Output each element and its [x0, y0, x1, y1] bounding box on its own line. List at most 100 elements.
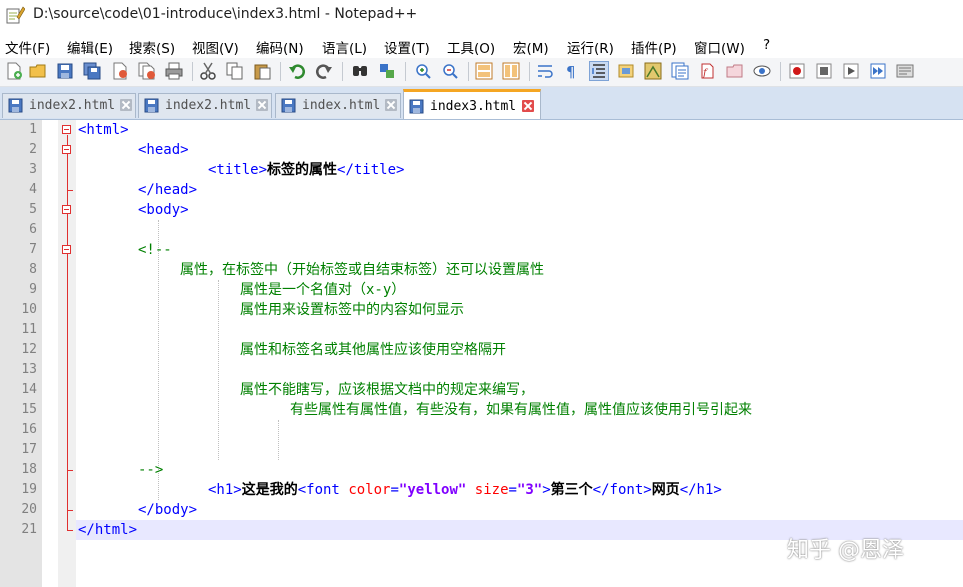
stop-record-icon[interactable] [815, 62, 833, 80]
menu-encoding[interactable]: 编码(N) [256, 37, 304, 57]
indent-guide [158, 220, 159, 500]
font-open-tag: <font [297, 482, 340, 498]
menu-view[interactable]: 视图(V) [192, 37, 239, 57]
indent-guide-icon[interactable] [589, 61, 609, 81]
user-lang-icon[interactable] [617, 62, 635, 80]
save-macro-icon[interactable] [896, 62, 914, 80]
title-bar: D:\source\code\01-introduce\index3.html … [0, 0, 963, 32]
indent-guide [218, 280, 219, 460]
tab-label: index.html [302, 98, 381, 113]
code-line-4: </head> [138, 180, 197, 200]
toolbar-separator [405, 62, 406, 81]
indent-guide [278, 420, 279, 460]
show-all-chars-icon[interactable]: ¶ [563, 62, 581, 80]
line-number: 11 [21, 322, 37, 337]
menu-run[interactable]: 运行(R) [567, 37, 614, 57]
cut-icon[interactable] [199, 62, 217, 80]
folder-workspace-icon[interactable]: f [698, 62, 716, 80]
tab-close-icon[interactable] [385, 99, 397, 111]
paste-icon[interactable] [253, 62, 271, 80]
fold-toggle-icon[interactable] [62, 125, 71, 134]
monitoring-icon[interactable] [753, 62, 771, 80]
line-number: 6 [29, 222, 37, 237]
zoom-in-icon[interactable] [414, 62, 432, 80]
code-line-10: 属性用来设置标签中的内容如何显示 [240, 300, 464, 320]
h1-text-end: 网页 [651, 482, 680, 498]
h1-close-tag: </h1> [679, 482, 722, 498]
window-title: D:\source\code\01-introduce\index3.html … [33, 6, 418, 22]
menu-search[interactable]: 搜索(S) [129, 37, 175, 57]
menu-tools[interactable]: 工具(O) [447, 37, 495, 57]
tab-bar: index2.html index2.html index.html index… [0, 87, 963, 120]
code-line-8: 属性，在标签中（开始标签或自结束标签）还可以设置属性 [180, 260, 544, 280]
toolbar-separator [192, 62, 193, 81]
tab-index3-html[interactable]: index3.html [403, 89, 541, 119]
tab-index2-html[interactable]: index2.html [2, 93, 136, 118]
tab-close-icon[interactable] [120, 99, 132, 111]
tab-index2-html[interactable]: index2.html [138, 93, 272, 118]
tab-index-html[interactable]: index.html [275, 93, 401, 118]
fold-end-marker [67, 510, 73, 511]
close-icon[interactable] [111, 62, 129, 80]
code-line-14: 属性不能瞎写，应该根据文档中的规定来编写， [240, 380, 534, 400]
sync-horizontal-icon[interactable] [502, 62, 520, 80]
menu-bar: 文件(F) 编辑(E) 搜索(S) 视图(V) 编码(N) 语言(L) 设置(T… [0, 34, 963, 58]
close-all-icon[interactable] [138, 62, 156, 80]
title-text: 标签的属性 [267, 162, 338, 178]
line-number: 8 [29, 262, 37, 277]
find-icon[interactable] [351, 62, 369, 80]
font-close-tag: </font> [592, 482, 652, 498]
menu-edit[interactable]: 编辑(E) [67, 37, 113, 57]
toolbar-separator [780, 62, 781, 81]
word-wrap-icon[interactable] [536, 62, 554, 80]
folder-as-workspace-icon[interactable] [726, 62, 744, 80]
sync-vertical-icon[interactable] [475, 62, 493, 80]
line-number: 14 [21, 382, 37, 397]
new-file-icon[interactable] [5, 62, 23, 80]
menu-window[interactable]: 窗口(W) [694, 37, 745, 57]
menu-language[interactable]: 语言(L) [322, 37, 367, 57]
line-number: 1 [29, 122, 37, 137]
menu-file[interactable]: 文件(F) [5, 37, 50, 57]
code-editor[interactable]: 1 2 3 4 5 6 7 8 9 10 11 12 13 14 15 16 1… [0, 120, 963, 587]
code-line-18: --> [138, 460, 163, 480]
tab-close-icon[interactable] [522, 100, 534, 112]
save-icon[interactable] [56, 62, 74, 80]
copy-icon[interactable] [226, 62, 244, 80]
fold-end-marker [67, 190, 73, 191]
notepadpp-app-icon [6, 6, 25, 24]
doc-map-icon[interactable] [644, 62, 662, 80]
code-line-2: <head> [138, 140, 189, 160]
toolbar-separator [280, 62, 281, 81]
line-number: 3 [29, 162, 37, 177]
print-icon[interactable] [165, 62, 183, 80]
fold-toggle-icon[interactable] [62, 245, 71, 254]
redo-icon[interactable] [315, 62, 333, 80]
save-all-icon[interactable] [83, 62, 101, 80]
line-number: 19 [21, 482, 37, 497]
play-macro-icon[interactable] [842, 62, 860, 80]
menu-macro[interactable]: 宏(M) [513, 37, 549, 57]
code-line-21: </html> [78, 520, 137, 540]
line-number: 17 [21, 442, 37, 457]
replace-icon[interactable] [378, 62, 396, 80]
menu-plugins[interactable]: 插件(P) [631, 37, 677, 57]
attr-size: size [474, 482, 509, 498]
function-list-icon[interactable] [671, 62, 689, 80]
attr-color: color [348, 482, 391, 498]
code-line-9: 属性是一个名值对（x-y） [240, 280, 405, 300]
toolbar-separator [529, 62, 530, 81]
fold-toggle-icon[interactable] [62, 145, 71, 154]
fold-toggle-icon[interactable] [62, 205, 71, 214]
attr-equals: = [390, 482, 399, 498]
menu-help[interactable]: ? [763, 37, 770, 53]
run-macro-multiple-icon[interactable] [869, 62, 887, 80]
tab-close-icon[interactable] [256, 99, 268, 111]
menu-settings[interactable]: 设置(T) [384, 37, 430, 57]
zoom-out-icon[interactable] [441, 62, 459, 80]
undo-icon[interactable] [288, 62, 306, 80]
open-file-icon[interactable] [29, 62, 47, 80]
toolbar-separator [468, 62, 469, 81]
record-macro-icon[interactable] [788, 62, 806, 80]
line-number: 13 [21, 362, 37, 377]
